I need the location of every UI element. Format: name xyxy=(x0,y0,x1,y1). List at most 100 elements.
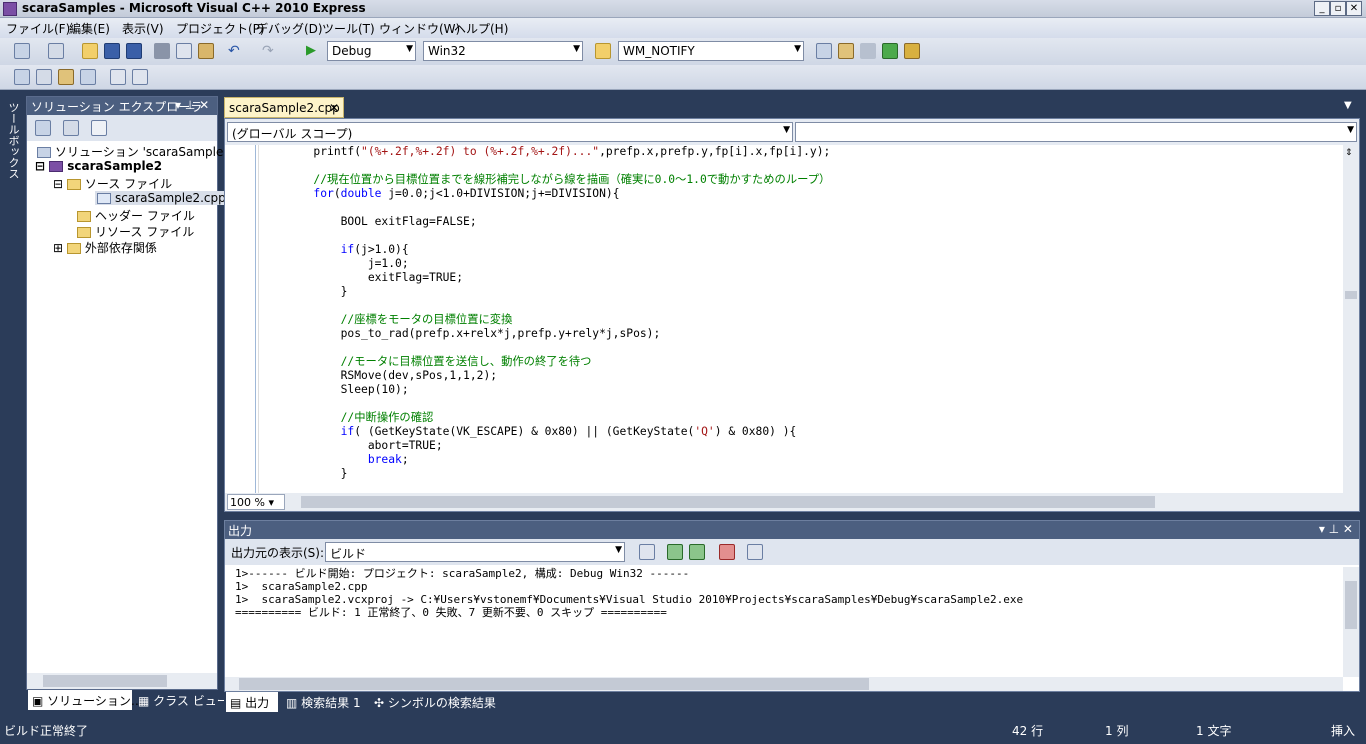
code-line[interactable]: pos_to_rad(prefp.x+relx*j,prefp.y+rely*j… xyxy=(259,327,1347,341)
output-line[interactable]: ========== ビルド: 1 正常終了、0 失敗、7 更新不要、0 スキッ… xyxy=(235,606,1023,619)
menu-project[interactable]: プロジェクト(P) xyxy=(176,20,265,37)
code-line[interactable]: Sleep(10); xyxy=(259,383,1347,397)
toolbox-strip[interactable] xyxy=(0,90,24,690)
member-select[interactable]: ▼ xyxy=(795,122,1357,142)
tab-output[interactable]: ▤ 出力 xyxy=(226,692,278,712)
zoom-select[interactable]: 100 % ▾ xyxy=(227,494,285,510)
save-all-icon[interactable] xyxy=(126,43,142,59)
tree-project[interactable]: ⊟ scaraSample2 xyxy=(35,159,162,173)
tree-source-files[interactable]: ⊟ ソース ファイル xyxy=(53,175,172,192)
properties-icon[interactable] xyxy=(838,43,854,59)
code-line[interactable] xyxy=(259,229,1347,243)
find-input[interactable]: WM_NOTIFY ▼ xyxy=(618,41,804,61)
scroll-thumb[interactable] xyxy=(239,678,869,690)
menu-debug[interactable]: デバッグ(D) xyxy=(256,20,323,37)
config-select[interactable]: Debug ▼ xyxy=(327,41,416,61)
scope-select[interactable]: (グローバル スコープ) ▼ xyxy=(227,122,793,142)
complete-word-icon[interactable] xyxy=(80,69,96,85)
output-text[interactable]: 1>------ ビルド開始: プロジェクト: scaraSample2, 構成… xyxy=(235,567,1023,619)
output-line[interactable]: 1> scaraSample2.cpp xyxy=(235,580,1023,593)
add-item-icon[interactable] xyxy=(48,43,64,59)
scroll-thumb[interactable] xyxy=(43,675,167,687)
extension-icon[interactable] xyxy=(904,43,920,59)
menu-file[interactable]: ファイル(F) xyxy=(6,20,70,37)
show-all-files-icon[interactable] xyxy=(35,120,51,136)
collapse-icon[interactable]: ⊟ xyxy=(35,159,49,173)
pin-menu-icon[interactable]: ▾ ⊥ ✕ xyxy=(1319,522,1353,536)
editor-vertical-scrollbar[interactable]: ⇕ xyxy=(1343,145,1359,493)
code-line[interactable]: if( (GetKeyState(VK_ESCAPE) & 0x80) || (… xyxy=(259,425,1347,439)
uncomment-icon[interactable] xyxy=(132,69,148,85)
prev-message-icon[interactable] xyxy=(667,544,683,560)
code-line[interactable]: } xyxy=(259,467,1347,481)
code-line[interactable]: //中断操作の確認 xyxy=(259,411,1347,425)
code-line[interactable]: for(double j=0.0;j<1.0+DIVISION;j+=DIVIS… xyxy=(259,187,1347,201)
collapse-icon[interactable]: ⊟ xyxy=(53,177,67,191)
close-tab-icon[interactable]: ✕ xyxy=(329,101,339,115)
tab-dropdown-icon[interactable]: ▼ xyxy=(1344,100,1352,111)
code-line[interactable] xyxy=(259,201,1347,215)
save-icon[interactable] xyxy=(104,43,120,59)
code-area[interactable]: printf("(%+.2f,%+.2f) to (%+.2f,%+.2f)..… xyxy=(259,145,1347,493)
word-wrap-icon[interactable] xyxy=(747,544,763,560)
close-button[interactable]: ✕ xyxy=(1346,1,1362,16)
tree-solution[interactable]: ソリューション 'scaraSamples' (8 xyxy=(37,143,249,160)
code-line[interactable]: } xyxy=(259,285,1347,299)
code-line[interactable] xyxy=(259,341,1347,355)
open-icon[interactable] xyxy=(82,43,98,59)
copy-icon[interactable] xyxy=(176,43,192,59)
code-line[interactable]: //現在位置から目標位置までを線形補完しながら線を描画（確実に0.0～1.0で動… xyxy=(259,173,1347,187)
new-project-icon[interactable] xyxy=(14,43,30,59)
properties-icon[interactable] xyxy=(91,120,107,136)
code-line[interactable]: //座標をモータの目標位置に変換 xyxy=(259,313,1347,327)
cut-icon[interactable] xyxy=(154,43,170,59)
code-line[interactable]: BOOL exitFlag=FALSE; xyxy=(259,215,1347,229)
tab-class-view[interactable]: ▦ クラス ビュー xyxy=(134,690,233,710)
tree-resource-files[interactable]: リソース ファイル xyxy=(77,223,194,240)
platform-select[interactable]: Win32 ▼ xyxy=(423,41,583,61)
output-line[interactable]: 1>------ ビルド開始: プロジェクト: scaraSample2, 構成… xyxy=(235,567,1023,580)
tab-scarasample2-cpp[interactable]: scaraSample2.cpp ✕ xyxy=(224,97,344,118)
maximize-button[interactable]: ▫ xyxy=(1330,1,1346,16)
code-line[interactable] xyxy=(259,299,1347,313)
next-message-icon[interactable] xyxy=(689,544,705,560)
tab-solution-explorer[interactable]: ▣ ソリューション… xyxy=(28,690,143,710)
code-line[interactable]: abort=TRUE; xyxy=(259,439,1347,453)
tree-external-deps[interactable]: ⊞ 外部依存関係 xyxy=(53,239,157,256)
split-icon[interactable]: ⇕ xyxy=(1345,149,1357,158)
code-line[interactable]: printf("(%+.2f,%+.2f) to (%+.2f,%+.2f)..… xyxy=(259,145,1347,159)
output-vertical-scrollbar[interactable] xyxy=(1343,567,1359,677)
tab-find-results[interactable]: ▥ 検索結果 1 xyxy=(282,692,365,712)
clear-all-icon[interactable] xyxy=(719,544,735,560)
start-debug-icon[interactable]: ▶ xyxy=(306,43,322,59)
redo-icon[interactable]: ↷ xyxy=(262,43,278,59)
code-line[interactable]: j=1.0; xyxy=(259,257,1347,271)
toolbox-label[interactable]: ツールボックス xyxy=(3,102,21,179)
output-line[interactable]: 1> scaraSample2.vcxproj -> C:¥Users¥vsto… xyxy=(235,593,1023,606)
scroll-thumb[interactable] xyxy=(1345,291,1357,299)
tab-symbol-results[interactable]: ✣ シンボルの検索結果 xyxy=(370,692,500,712)
output-horizontal-scrollbar[interactable] xyxy=(225,677,1343,691)
code-line[interactable]: RSMove(dev,sPos,1,1,2); xyxy=(259,369,1347,383)
code-line[interactable]: exitFlag=TRUE; xyxy=(259,271,1347,285)
toolbox-icon[interactable] xyxy=(860,43,876,59)
paste-icon[interactable] xyxy=(198,43,214,59)
menu-view[interactable]: 表示(V) xyxy=(122,20,164,37)
quick-info-icon[interactable] xyxy=(58,69,74,85)
output-source-select[interactable]: ビルド ▼ xyxy=(325,542,625,562)
find-in-files-icon[interactable] xyxy=(595,43,611,59)
scroll-thumb[interactable] xyxy=(301,496,1155,508)
start-page-icon[interactable] xyxy=(882,43,898,59)
menu-window[interactable]: ウィンドウ(W) xyxy=(379,20,460,37)
code-line[interactable] xyxy=(259,397,1347,411)
object-member-list-icon[interactable] xyxy=(14,69,30,85)
code-line[interactable]: break; xyxy=(259,453,1347,467)
menu-tools[interactable]: ツール(T) xyxy=(322,20,375,37)
menu-edit[interactable]: 編集(E) xyxy=(69,20,110,37)
undo-icon[interactable]: ↶ xyxy=(228,43,244,59)
se-horizontal-scrollbar[interactable] xyxy=(27,673,217,689)
pin-menu-icon[interactable]: ▾ ⊥ ✕ xyxy=(175,98,209,112)
minimize-button[interactable]: _ xyxy=(1314,1,1330,16)
goto-location-icon[interactable] xyxy=(639,544,655,560)
scroll-thumb[interactable] xyxy=(1345,581,1357,629)
